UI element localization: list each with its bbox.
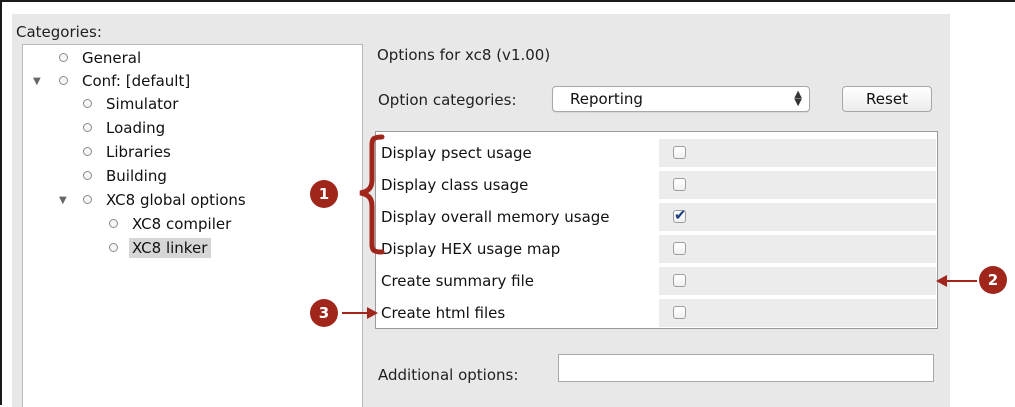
callout-2: 2: [979, 266, 1007, 294]
callout-3: 3: [310, 299, 338, 327]
arrow-head-3-icon: [367, 307, 378, 319]
arrow-head-2-icon: [936, 275, 947, 287]
callout-1: 1: [310, 180, 338, 208]
bracket-icon: [359, 134, 385, 255]
screenshot-frame: Categories: General ▼ Conf: [default] Si…: [0, 0, 1015, 407]
annotation-overlay: [342, 134, 977, 319]
